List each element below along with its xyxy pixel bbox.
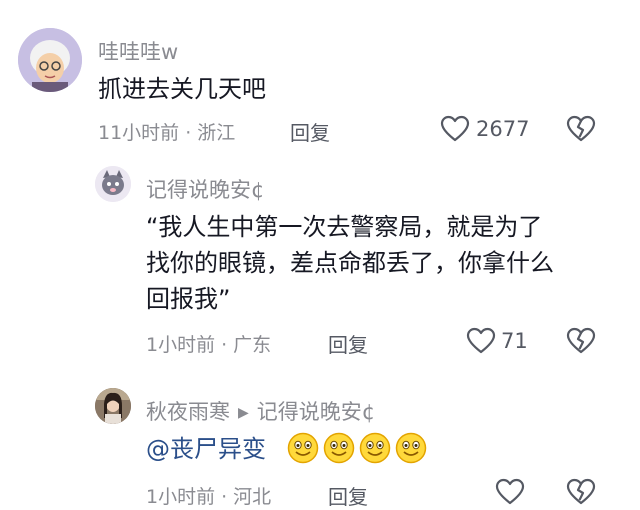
comment-location: 浙江 [197,122,236,144]
comment-time: 1小时前 [146,334,216,356]
comment-text-line: 找你的眼镜，差点命都丢了，你拿什么 [146,249,554,277]
grinning-emoji-icon [287,432,319,464]
mention-link[interactable]: @丧尸异变 [146,435,266,463]
comment-location: 广东 [233,334,272,356]
comment-text: @丧尸异变 [146,432,266,466]
heart-icon [440,115,470,142]
like-count: 71 [501,329,528,353]
reply-arrow-icon: ▶ [238,405,249,421]
reply-button[interactable]: 回复 [328,481,368,510]
like-button[interactable] [495,478,525,506]
comment-location: 河北 [233,486,272,508]
broken-heart-icon [566,327,596,354]
emoji-row [287,432,427,464]
comment-text-line: 回报我” [146,285,231,313]
like-button[interactable] [440,115,470,143]
heart-icon [495,478,525,505]
avatar[interactable] [95,166,131,202]
comment-time: 1小时前 [146,486,216,508]
meta-separator: · [185,122,192,144]
comment-username: 秋夜雨寒 ▶ 记得说晚安¢ [146,396,375,426]
grinning-emoji-icon [395,432,427,464]
avatar[interactable] [18,28,82,92]
comment-meta: 1小时前 · 河北 [146,482,271,509]
meta-separator: · [221,334,228,356]
dislike-button[interactable] [566,115,596,143]
broken-heart-icon [566,478,596,505]
cartoon-cat-avatar-icon [95,166,131,202]
dislike-button[interactable] [566,327,596,355]
comment-meta: 1小时前 · 广东 [146,330,271,357]
meta-separator: · [221,486,228,508]
comment-username[interactable]: 记得说晚安¢ [146,174,264,204]
comment-meta: 11小时前 · 浙江 [98,118,235,145]
heart-icon [466,327,496,354]
reply-button[interactable]: 回复 [290,117,330,146]
comment-username[interactable]: 哇哇哇w [98,36,178,66]
comment-text-line: “我人生中第一次去警察局，就是为了 [146,213,543,241]
dislike-button[interactable] [566,478,596,506]
girl-photo-avatar-icon [95,388,131,424]
old-granny-avatar-icon [18,28,82,92]
reply-target[interactable]: 记得说晚安¢ [257,400,375,424]
reply-author[interactable]: 秋夜雨寒 [146,400,230,424]
grinning-emoji-icon [359,432,391,464]
avatar[interactable] [95,388,131,424]
like-count: 2677 [476,117,530,141]
comment-text: 抓进去关几天吧 [98,75,266,103]
grinning-emoji-icon [323,432,355,464]
like-button[interactable] [466,327,496,355]
reply-button[interactable]: 回复 [328,329,368,358]
broken-heart-icon [566,115,596,142]
comment-time: 11小时前 [98,122,180,144]
